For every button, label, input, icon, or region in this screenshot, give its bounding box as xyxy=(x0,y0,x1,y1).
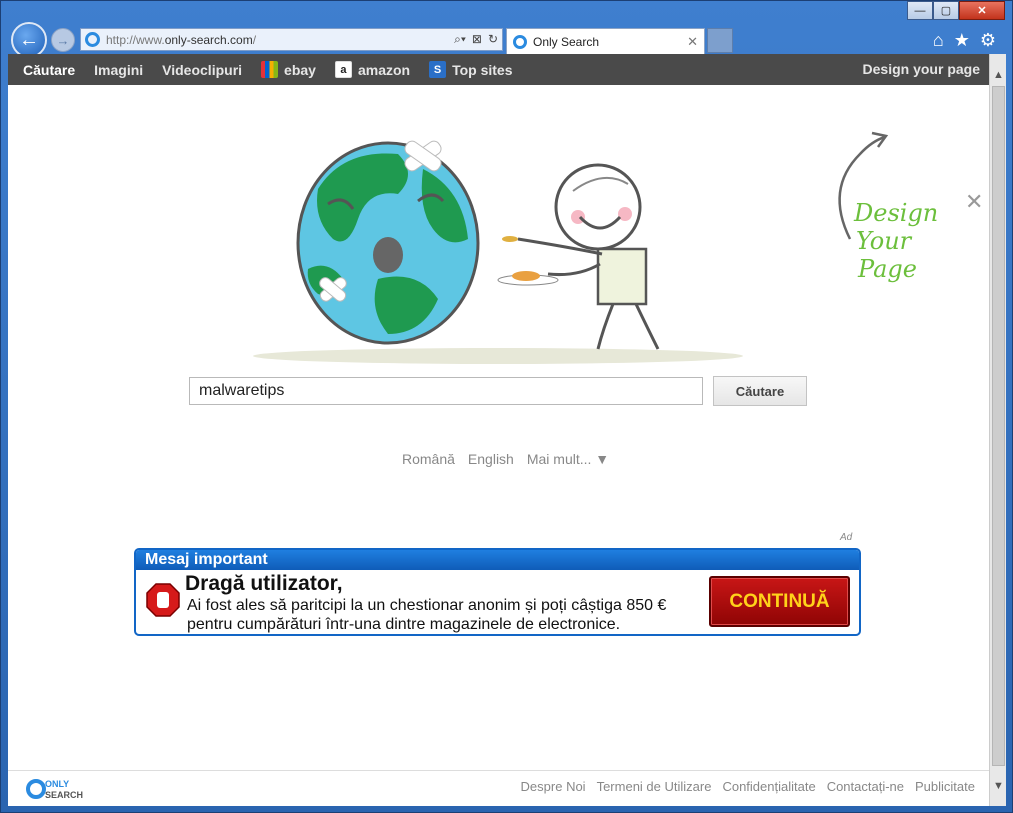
ad-body: Ai fost ales să paritcipi la un chestion… xyxy=(187,597,667,633)
amazon-icon: a xyxy=(334,61,352,78)
tab-close-icon[interactable]: ✕ xyxy=(687,34,698,50)
ground-shadow xyxy=(253,348,743,364)
scroll-thumb[interactable] xyxy=(992,86,1005,766)
ad-header: Mesaj important xyxy=(136,550,859,570)
lang-more-dropdown[interactable]: Mai mult... ▼ xyxy=(527,451,609,467)
footer-links: Despre Noi Termeni de Utilizare Confiden… xyxy=(521,779,975,794)
vertical-scrollbar[interactable]: ▲ ▼ xyxy=(989,54,1006,806)
favorites-star-icon[interactable]: ★ xyxy=(954,30,970,51)
new-tab-button[interactable] xyxy=(707,28,733,53)
address-tools: ⌕▾ ⊠ ↻ xyxy=(454,32,498,47)
lang-romana-link[interactable]: Română xyxy=(402,451,455,467)
tab-only-search[interactable]: Only Search ✕ xyxy=(506,28,705,54)
url-prefix: http://www. xyxy=(106,32,165,47)
site-favicon-icon xyxy=(85,32,100,47)
search-area: Căutare xyxy=(189,376,807,406)
design-your-page-panel[interactable]: Design Your Page xyxy=(820,129,989,289)
forward-arrow-icon: → xyxy=(56,32,70,48)
scroll-up-icon[interactable]: ▲ xyxy=(990,66,1007,83)
nav-amazon[interactable]: a amazon xyxy=(334,61,411,78)
logo-bottom-text: SEARCH xyxy=(45,790,83,800)
footer-link-contact[interactable]: Contactați-ne xyxy=(827,779,904,794)
address-bar[interactable]: http://www. only-search.com / ⌕▾ ⊠ ↻ xyxy=(80,28,503,51)
nav-amazon-label: amazon xyxy=(357,61,411,78)
nav-top-sites[interactable]: S Top sites xyxy=(429,61,513,78)
ad-label: Ad xyxy=(840,532,853,543)
earth-globe-icon xyxy=(296,140,480,345)
nav-ebay-label: ebay xyxy=(284,61,316,78)
browser-toolbar-right: ⌂ ★ ⚙ xyxy=(933,30,996,51)
design-your-page-link[interactable]: Design your page xyxy=(863,61,980,77)
footer: ONLY SEARCH Despre Noi Termeni de Utiliz… xyxy=(8,770,989,806)
back-button[interactable]: ← xyxy=(11,22,47,58)
footer-link-confidentialitate[interactable]: Confidențialitate xyxy=(722,779,815,794)
search-dropdown-icon[interactable]: ⌕▾ xyxy=(454,32,466,47)
url-suffix: / xyxy=(252,32,257,47)
top-nav-bar: Căutare Imagini Videoclipuri ebay a amaz… xyxy=(8,54,989,85)
stop-hand-icon xyxy=(146,583,180,617)
minimize-button[interactable]: — xyxy=(907,1,933,20)
ebay-icon xyxy=(261,61,279,78)
search-button[interactable]: Căutare xyxy=(713,376,807,406)
nav-top-sites-label: Top sites xyxy=(452,61,513,78)
ad-continue-button[interactable]: CONTINUĂ xyxy=(709,576,850,627)
nav-cautare[interactable]: Căutare xyxy=(23,62,75,78)
page-content: Căutare Imagini Videoclipuri ebay a amaz… xyxy=(8,54,989,806)
tab-title: Only Search xyxy=(533,34,600,49)
footer-link-termeni[interactable]: Termeni de Utilizare xyxy=(597,779,712,794)
compatibility-view-icon[interactable]: ⊠ xyxy=(472,32,482,47)
top-sites-icon: S xyxy=(429,61,447,78)
close-window-button[interactable]: ✕ xyxy=(959,1,1005,20)
only-search-logo[interactable]: ONLY SEARCH xyxy=(25,776,95,802)
nav-videoclipuri[interactable]: Videoclipuri xyxy=(162,62,242,78)
ad-title: Dragă utilizator, xyxy=(185,572,343,595)
lang-english-link[interactable]: English xyxy=(468,451,514,467)
footer-link-publicitate[interactable]: Publicitate xyxy=(915,779,975,794)
tools-gear-icon[interactable]: ⚙ xyxy=(980,30,996,51)
stick-figure-icon xyxy=(497,163,660,350)
url-domain: only-search.com xyxy=(164,32,253,47)
maximize-button[interactable]: ▢ xyxy=(933,1,959,20)
logo-top-text: ONLY xyxy=(45,779,69,789)
ad-banner[interactable]: Mesaj important Dragă utilizator, Ai fos… xyxy=(134,548,861,636)
design-line-1: Design xyxy=(853,199,938,227)
nav-imagini[interactable]: Imagini xyxy=(94,62,143,78)
footer-link-despre[interactable]: Despre Noi xyxy=(521,779,586,794)
design-line-2: Your xyxy=(856,227,913,255)
tab-favicon-icon xyxy=(513,34,527,49)
nav-ebay[interactable]: ebay xyxy=(261,61,316,78)
design-line-3: Page xyxy=(857,255,917,283)
design-panel-close-icon[interactable]: ✕ xyxy=(965,189,983,215)
back-arrow-icon: ← xyxy=(19,28,39,51)
search-input[interactable] xyxy=(189,377,703,405)
home-icon[interactable]: ⌂ xyxy=(933,30,944,51)
hero-illustration xyxy=(253,140,743,364)
window-controls: — ▢ ✕ xyxy=(907,1,1005,20)
scroll-down-icon[interactable]: ▼ xyxy=(990,777,1007,794)
refresh-icon[interactable]: ↻ xyxy=(488,32,498,47)
forward-button[interactable]: → xyxy=(51,28,75,52)
language-links: Română English Mai mult... ▼ xyxy=(402,451,609,467)
